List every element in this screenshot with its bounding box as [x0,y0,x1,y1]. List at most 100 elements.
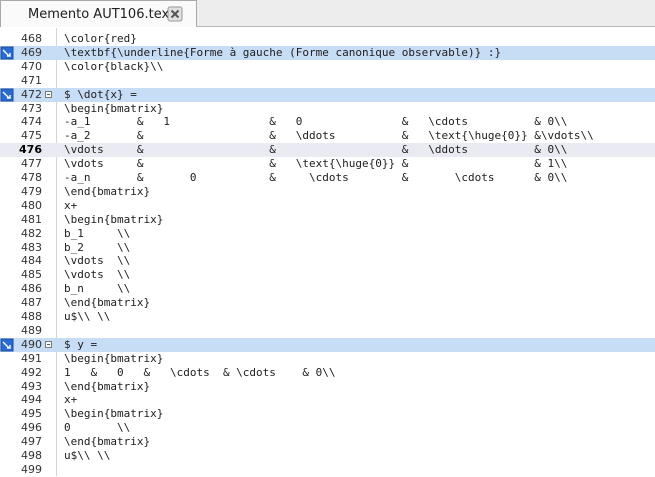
line-number: 499 [21,462,42,476]
line-number: 486 [21,282,42,296]
code-text: \end{bmatrix} [64,435,151,449]
line-number: 483 [21,240,42,254]
line-number: 497 [21,435,42,449]
code-text: \begin{bmatrix} [64,212,164,226]
close-icon[interactable] [167,6,183,22]
line-number: 473 [21,101,42,115]
code-text: \color{black}\\ [64,59,164,73]
line-number: 485 [21,268,42,282]
line-number: 494 [21,393,42,407]
tab-bar: Memento AUT106.tex [0,0,655,27]
code-text: x+ [64,198,78,212]
line-number: 476 [19,143,42,157]
line-number: 481 [21,212,42,226]
code-text: b_2 \\ [64,240,131,254]
line-number: 495 [21,407,42,421]
line-number: 482 [21,226,42,240]
code-line[interactable]: 489 [0,324,655,338]
code-text: \begin{bmatrix} [64,407,164,421]
code-text: \begin{bmatrix} [64,101,164,115]
line-number: 469 [21,45,42,59]
code-line[interactable]: 479 \end{bmatrix} [0,185,655,199]
code-line[interactable]: 498 u$\\ \\ [0,449,655,463]
fold-toggle-icon[interactable] [45,90,52,98]
code-text: 0 \\ [64,421,131,435]
code-text: \end{bmatrix} [64,379,151,393]
line-number: 484 [21,254,42,268]
line-number: 491 [21,351,42,365]
code-line[interactable]: 469 \textbf{\underline{Forme à gauche (Fo… [0,45,655,60]
bookmark-icon[interactable] [0,338,14,352]
code-line[interactable]: 493 \end{bmatrix} [0,380,655,394]
code-line[interactable]: 494 x+ [0,393,655,407]
code-line[interactable]: 472 $ \dot{x} = [0,87,655,102]
line-number: 493 [21,379,42,393]
line-number: 490 [21,337,42,351]
code-line[interactable]: 468 \color{red} [0,32,655,46]
code-line[interactable]: 485 \vdots \\ [0,268,655,282]
code-text: \vdots & & & \ddots & 0\\ [64,143,568,157]
code-line[interactable]: 475 -a_2 & & \ddots & \text{\huge{0}} &\v… [0,129,655,143]
line-number: 468 [21,32,42,45]
code-text: b_n \\ [64,282,131,296]
code-line[interactable]: 486 b_n \\ [0,282,655,296]
code-line[interactable]: 482 b_1 \\ [0,227,655,241]
code-line[interactable]: 487 \end{bmatrix} [0,296,655,310]
line-number: 479 [21,184,42,198]
code-line[interactable]: 483 b_2 \\ [0,241,655,255]
code-text: \end{bmatrix} [64,296,151,310]
code-text: \vdots \\ [64,254,131,268]
line-number: 470 [21,59,42,73]
code-text: b_1 \\ [64,226,131,240]
code-line[interactable]: 470 \color{black}\\ [0,60,655,74]
code-line[interactable]: 492 1 & 0 & \cdots & \cdots & 0\\ [0,366,655,380]
code-text: \textbf{\underline{Forme à gauche (Forme… [64,45,502,59]
code-text: x+ [64,393,78,407]
code-line[interactable]: 473 \begin{bmatrix} [0,102,655,116]
line-number: 478 [21,171,42,184]
code-text: \vdots & & \text{\huge{0}} & & 1\\ [64,157,568,171]
line-number: 498 [21,449,42,462]
tab-label: Memento AUT106.tex [28,6,170,22]
code-text: \vdots \\ [64,268,131,282]
fold-toggle-icon[interactable] [45,340,52,348]
code-text: $ y = [64,337,98,351]
code-line[interactable]: 480 x+ [0,199,655,213]
code-line[interactable]: 491 \begin{bmatrix} [0,352,655,366]
code-line[interactable]: 490 $ y = [0,337,655,352]
line-number: 471 [21,73,42,87]
code-text: 1 & 0 & \cdots & \cdots & 0\\ [64,365,336,379]
code-line[interactable]: 477 \vdots & & \text{\huge{0}} & & 1\\ [0,157,655,171]
code-text: \color{red} [64,32,137,45]
code-line[interactable]: 496 0 \\ [0,421,655,435]
bookmark-icon[interactable] [0,46,14,60]
line-number: 472 [21,87,42,101]
line-number: 488 [21,310,42,323]
code-editor[interactable]: 468 \color{red} 469 \textbf{\underline{Form… [0,28,655,476]
code-line[interactable]: 484 \vdots \\ [0,254,655,268]
code-text: -a_2 & & \ddots & \text{\huge{0}} &\vdot… [64,129,594,143]
line-number: 480 [21,198,42,212]
line-number: 496 [21,421,42,435]
code-text: -a_1 & 1 & 0 & \cdots & 0\\ [64,115,568,129]
line-number: 489 [21,323,42,337]
tab-memento[interactable]: Memento AUT106.tex [0,0,197,27]
code-line[interactable]: 474 -a_1 & 1 & 0 & \cdots & 0\\ [0,115,655,129]
line-number: 492 [21,365,42,379]
code-text: \end{bmatrix} [64,184,151,198]
code-text: -a_n & 0 & \cdots & \cdots & 0\\ [64,171,568,184]
code-line[interactable]: 488 u$\\ \\ [0,310,655,324]
line-number: 487 [21,296,42,310]
code-line[interactable]: 476 \vdots & & & \ddots & 0\\ [0,143,655,158]
line-number: 474 [21,115,42,129]
code-line[interactable]: 497 \end{bmatrix} [0,435,655,449]
code-line[interactable]: 495 \begin{bmatrix} [0,407,655,421]
code-text: u$\\ \\ [64,449,111,462]
code-line[interactable]: 478 -a_n & 0 & \cdots & \cdots & 0\\ [0,171,655,185]
bookmark-icon[interactable] [0,88,14,102]
code-text: u$\\ \\ [64,310,111,323]
code-line[interactable]: 481 \begin{bmatrix} [0,213,655,227]
code-line[interactable]: 471 [0,74,655,88]
code-line[interactable]: 499 [0,463,655,477]
code-text: $ \dot{x} = [64,87,137,101]
